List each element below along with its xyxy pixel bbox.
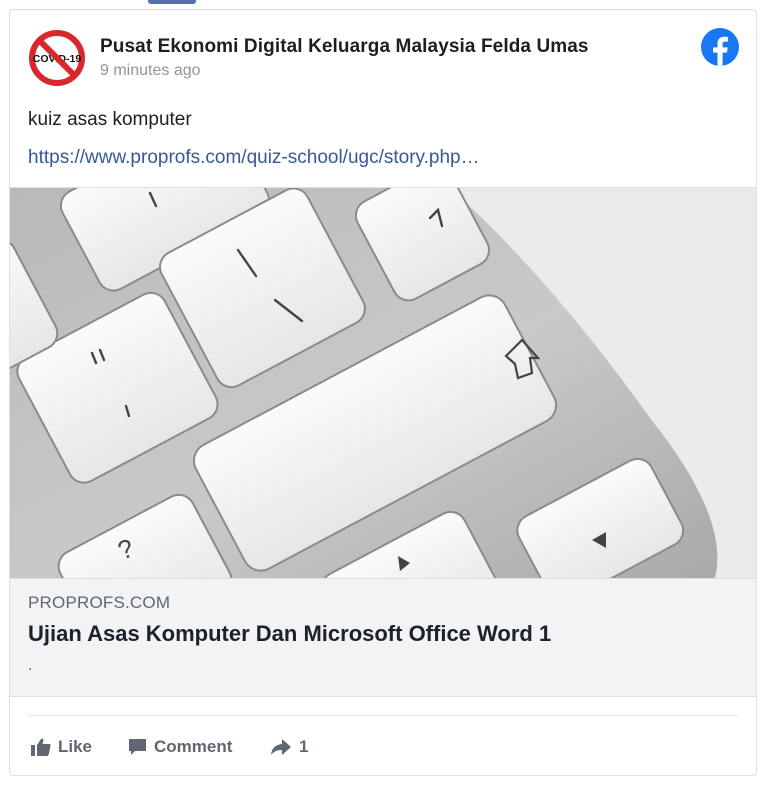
- post-header: COVID-19 Pusat Ekonomi Digital Keluarga …: [10, 10, 756, 105]
- share-count: 1: [299, 737, 309, 756]
- top-edge-sliver: [148, 0, 196, 4]
- like-label: Like: [58, 737, 93, 756]
- share-arrow-icon: [271, 739, 291, 755]
- post-link[interactable]: https://www.proprofs.com/quiz-school/ugc…: [28, 147, 480, 169]
- post-timestamp[interactable]: 9 minutes ago: [100, 62, 201, 80]
- post-text: kuiz asas komputer: [28, 109, 192, 130]
- share-button[interactable]: 1: [270, 732, 308, 762]
- page-name[interactable]: Pusat Ekonomi Digital Keluarga Malaysia …: [100, 36, 589, 58]
- actions-divider: [28, 715, 738, 716]
- preview-description: .: [28, 657, 33, 674]
- preview-domain: PROPROFS.COM: [28, 593, 171, 612]
- comment-button[interactable]: Comment: [128, 732, 232, 762]
- like-button[interactable]: Like: [31, 732, 92, 762]
- no-covid-icon: COVID-19: [29, 30, 85, 86]
- preview-title[interactable]: Ujian Asas Komputer Dan Microsoft Office…: [28, 621, 551, 647]
- link-preview[interactable]: ? PROPROFS.COM Ujian Asas Komputer Dan M…: [10, 187, 756, 697]
- preview-info[interactable]: PROPROFS.COM Ujian Asas Komputer Dan Mic…: [10, 578, 756, 696]
- facebook-icon[interactable]: [701, 28, 739, 66]
- comment-bubble-icon: [129, 739, 146, 755]
- thumbs-up-icon: [31, 738, 51, 756]
- page-avatar[interactable]: COVID-19: [28, 29, 86, 87]
- preview-image[interactable]: ?: [10, 188, 756, 578]
- post-card: COVID-19 Pusat Ekonomi Digital Keluarga …: [9, 9, 757, 776]
- keyboard-image: ?: [10, 188, 756, 578]
- comment-label: Comment: [154, 737, 233, 756]
